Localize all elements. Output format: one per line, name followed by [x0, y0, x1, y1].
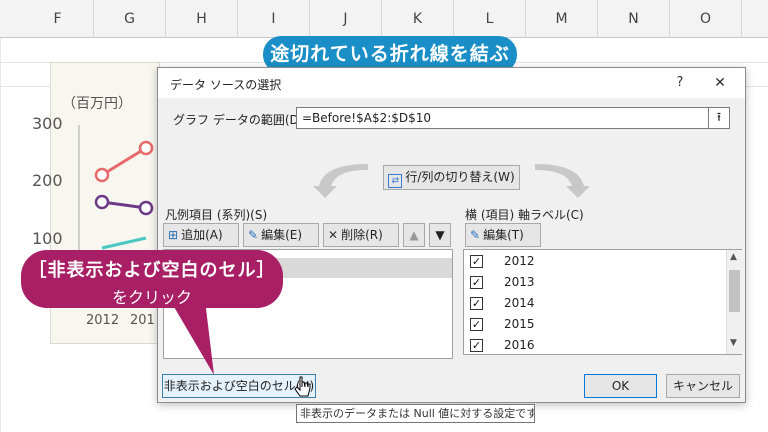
list-item[interactable]: ✓ 2014	[464, 293, 726, 314]
series-point-2	[94, 194, 110, 210]
y-tick-label: 100	[32, 229, 63, 248]
list-item[interactable]: ✓ 2016	[464, 335, 726, 356]
mouse-cursor-icon	[294, 376, 311, 397]
column-header-o[interactable]: O	[670, 0, 742, 38]
instruction-callout: ［非表示および空白のセル］ をクリック	[21, 250, 283, 308]
category-label: 2016	[504, 338, 535, 352]
list-scrollbar[interactable]: ▲ ▼	[726, 250, 742, 354]
close-button[interactable]: ✕	[708, 73, 732, 93]
delete-series-button[interactable]: ✕ 削除(R)	[323, 223, 399, 247]
add-series-label: 追加(A)	[181, 228, 223, 242]
edit-series-label: 編集(E)	[261, 228, 303, 242]
grid-col-line	[0, 38, 1, 432]
column-header-k[interactable]: K	[382, 0, 454, 38]
checkbox[interactable]: ✓	[470, 276, 483, 289]
list-item[interactable]: ✓ 2013	[464, 272, 726, 293]
switch-row-column-label: 行/列の切り替え(W)	[405, 170, 515, 184]
data-range-input[interactable]: =Before!$A$2:$D$10	[296, 107, 716, 129]
series-line-3	[101, 236, 147, 250]
arrow-left-icon	[313, 164, 368, 198]
category-label: 2014	[504, 296, 535, 310]
column-header-i[interactable]: I	[238, 0, 310, 38]
series-line-1	[101, 146, 147, 177]
checkbox[interactable]: ✓	[470, 318, 483, 331]
category-label: 2012	[504, 254, 535, 268]
checkbox[interactable]: ✓	[470, 255, 483, 268]
list-item[interactable]: ✓ 2012	[464, 251, 726, 272]
column-header-bar: FGHIJKLMNO	[0, 0, 768, 38]
category-label: 2013	[504, 275, 535, 289]
column-header-f[interactable]: F	[22, 0, 94, 38]
hidden-and-empty-cells-button[interactable]: 非表示および空白のセル(H)	[162, 374, 316, 398]
column-header-n[interactable]: N	[598, 0, 670, 38]
callout-line-2: をクリック	[111, 288, 192, 307]
chart-unit-label: （百万円）	[62, 96, 132, 112]
column-header-j[interactable]: J	[310, 0, 382, 38]
switch-icon: ⇄	[388, 174, 403, 188]
checkbox[interactable]: ✓	[470, 297, 483, 310]
checkbox[interactable]: ✓	[470, 339, 483, 352]
delete-series-label: 削除(R)	[341, 228, 383, 242]
delete-icon: ✕	[328, 228, 339, 242]
add-series-button[interactable]: ⊞ 追加(A)	[163, 223, 239, 247]
help-button[interactable]: ?	[668, 73, 692, 93]
arrow-right-icon	[535, 164, 590, 198]
switch-row-column-button[interactable]: ⇄ 行/列の切り替え(W)	[383, 165, 520, 190]
legend-entries-label: 凡例項目 (系列)(S)	[165, 208, 268, 222]
edit-icon: ✎	[248, 228, 259, 242]
scroll-down-icon[interactable]: ▼	[730, 338, 737, 348]
chart-lines	[78, 125, 154, 255]
edit-axis-labels-button[interactable]: ✎ 編集(T)	[465, 223, 541, 247]
column-header-h[interactable]: H	[166, 0, 238, 38]
scroll-thumb[interactable]	[729, 270, 740, 312]
dialog-title: データ ソースの選択	[170, 78, 282, 92]
cancel-button[interactable]: キャンセル	[666, 374, 740, 398]
range-collapse-button[interactable]: ⭱	[708, 107, 730, 129]
edit-icon: ✎	[470, 228, 481, 242]
column-header-m[interactable]: M	[526, 0, 598, 38]
select-data-source-dialog: データ ソースの選択 ? ✕ グラフ データの範囲(D): =Before!$A…	[157, 67, 746, 403]
tooltip: 非表示のデータまたは Null 値に対する設定です。	[296, 404, 535, 423]
move-down-button[interactable]: ▼	[429, 223, 451, 247]
y-tick-label: 300	[32, 114, 63, 133]
add-icon: ⊞	[168, 228, 179, 242]
move-up-button[interactable]: ▲	[403, 223, 425, 247]
x-tick-label: 2012	[86, 313, 120, 328]
y-tick-label: 200	[32, 171, 63, 190]
data-range-label: グラフ データの範囲(D):	[173, 113, 308, 127]
category-label: 2015	[504, 317, 535, 331]
edit-axis-labels-label: 編集(T)	[483, 228, 524, 242]
series-point-1	[94, 167, 110, 183]
edit-series-button[interactable]: ✎ 編集(E)	[243, 223, 319, 247]
callout-line-1: ［非表示および空白のセル］	[28, 260, 276, 281]
series-point-1	[138, 140, 154, 156]
ok-button[interactable]: OK	[584, 374, 657, 398]
category-list[interactable]: ▲ ▼ ✓ 2012 ✓ 2013 ✓ 2014 ✓ 2015 ✓ 2016	[463, 249, 742, 355]
series-point-2	[138, 200, 154, 216]
column-header-g[interactable]: G	[94, 0, 166, 38]
column-header-l[interactable]: L	[454, 0, 526, 38]
axis-labels-label: 横 (項目) 軸ラベル(C)	[465, 208, 584, 222]
scroll-up-icon[interactable]: ▲	[730, 252, 737, 262]
list-item[interactable]: ✓ 2015	[464, 314, 726, 335]
x-tick-label: 201	[130, 313, 155, 328]
dialog-titlebar[interactable]: データ ソースの選択 ? ✕	[158, 68, 745, 98]
